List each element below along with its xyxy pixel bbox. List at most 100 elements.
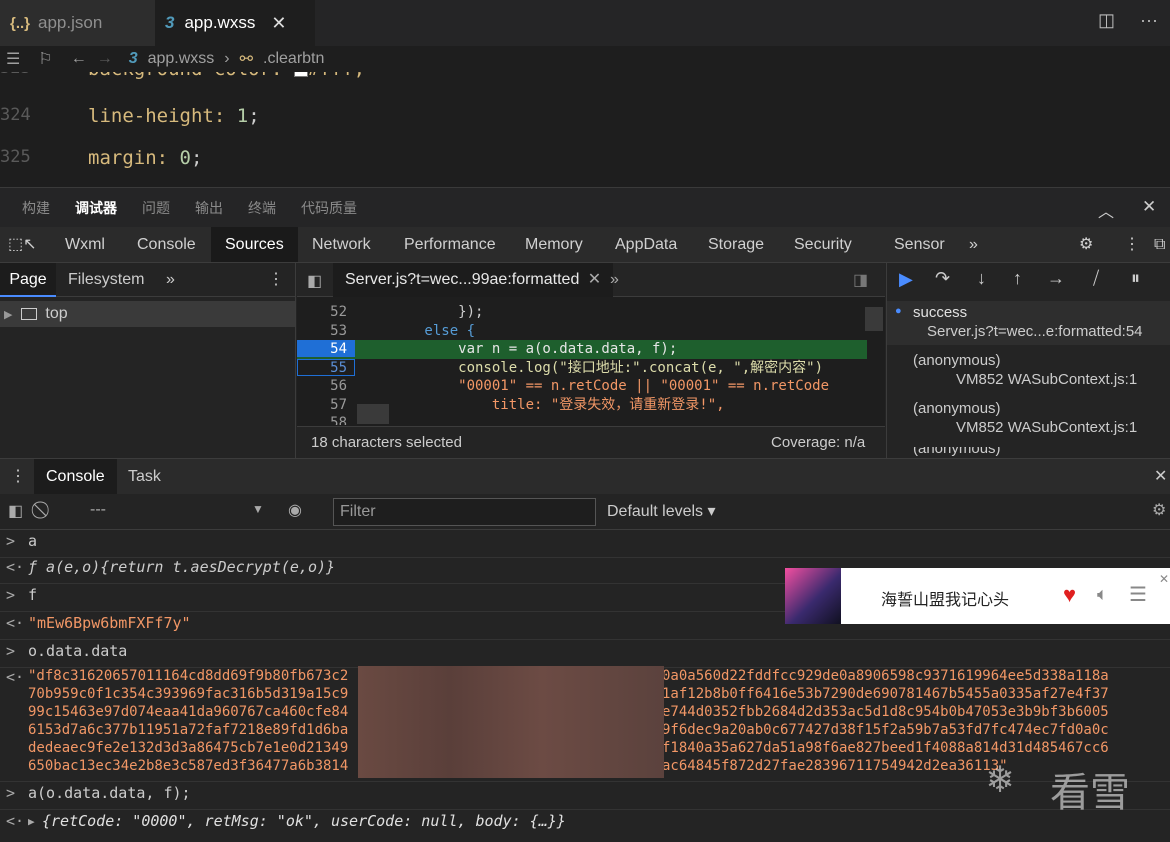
css-property: line-height: [88,105,226,127]
tab-console-drawer[interactable]: Console [34,459,117,495]
more-tabs-icon[interactable]: » [610,263,619,297]
tab-debugger[interactable]: 调试器 [75,198,117,218]
color-swatch[interactable] [293,72,308,77]
bookmark-icon[interactable]: ⚐ [38,49,52,69]
result-icon: <· [6,614,25,632]
tab-app-json[interactable]: {..} app.json [0,0,155,46]
tab-label: app.wxss [184,13,256,32]
call-frame[interactable]: (anonymous) VM852 WASubContext.js:1 [887,349,1170,395]
tab-appdata[interactable]: AppData [601,227,691,262]
tab-build[interactable]: 构建 [22,198,50,218]
hex-text: dedeaec9fe2e132d3d3a86475cb7e1e0d21349 [28,740,349,756]
tab-sensor[interactable]: Sensor [880,227,959,262]
music-notification[interactable]: 海誓山盟我记心头 ♥ 🔈︎ ☰ ✕ [785,568,1170,624]
chevron-up-icon[interactable]: ︿ [1098,198,1114,222]
source-status-bar: 18 characters selected Coverage: n/a [297,426,885,458]
call-frame[interactable]: (anonymous) [887,447,1170,458]
call-frame[interactable]: (anonymous) VM852 WASubContext.js:1 [887,397,1170,443]
filter-input[interactable]: Filter [333,498,596,526]
split-editor-icon[interactable]: ◫ [1098,10,1115,31]
tab-sources[interactable]: Sources [211,227,298,262]
hex-text: 6153d7a6c377b11951a72faf7218e89fd1d6ba [28,722,349,738]
close-icon[interactable]: ✕ [1154,466,1167,486]
gear-icon[interactable]: ⚙ [1065,227,1107,262]
line-number: 325 [0,147,31,167]
resume-icon[interactable]: ▶︎ [899,269,913,290]
eye-icon[interactable]: ◉ [288,500,302,520]
triangle-right-icon: ▶ [4,309,13,321]
prompt-icon: > [6,642,16,660]
tab-network[interactable]: Network [298,227,385,262]
css-property: background-color: [88,72,282,80]
code-editor[interactable]: 323 background-color: #fff; 324 line-hei… [0,72,1170,187]
pause-on-exceptions-icon[interactable]: ⏸ [1131,268,1140,289]
kebab-menu-icon[interactable]: ⋮ [268,263,284,297]
expand-triangle-icon[interactable]: ▶ [28,815,35,828]
redaction-blur [358,666,664,778]
breadcrumb-selector[interactable]: .clearbtn [263,50,324,68]
close-icon[interactable]: ✕ [271,13,286,34]
tab-wxml[interactable]: Wxml [51,227,119,262]
tab-page[interactable]: Page [0,263,56,297]
call-frame-name: (anonymous) [913,447,1001,457]
forward-arrow-icon[interactable]: → [97,50,113,68]
debugger-sidebar: ▶︎ ↷ ↓ ↑ → ⧸ ⏸ ● success Server.js?t=wec… [886,263,1170,458]
call-frame-active[interactable]: ● success Server.js?t=wec...e:formatted:… [887,301,1170,345]
tab-task[interactable]: Task [128,459,161,495]
chevron-down-icon[interactable]: ▼ [252,502,264,516]
tab-performance[interactable]: Performance [390,227,510,262]
undock-icon[interactable]: ⧉ [1140,227,1170,262]
more-icon[interactable]: ··· [1140,10,1158,31]
deactivate-breakpoints-icon[interactable]: ⧸ [1093,268,1099,289]
toggle-debugger-icon[interactable]: ◨ [853,270,868,290]
gear-icon[interactable]: ⚙ [1152,500,1166,520]
log-levels-dropdown[interactable]: Default levels ▾ [607,501,716,521]
more-tabs-icon[interactable]: » [955,227,992,262]
kebab-menu-icon[interactable]: ⋮ [10,466,26,486]
tree-item-top[interactable]: ▶ top [0,301,295,327]
volume-icon[interactable]: 🔈︎ [1097,584,1108,605]
horizontal-scrollbar[interactable] [357,404,389,424]
coverage-status[interactable]: Coverage: n/a [771,434,865,451]
more-tabs-icon[interactable]: » [166,263,175,297]
vertical-scrollbar[interactable] [865,307,883,331]
tab-memory[interactable]: Memory [511,227,597,262]
step-out-icon[interactable]: ↑ [1013,268,1022,289]
console-object[interactable]: {retCode: "0000", retMsg: "ok", userCode… [42,812,566,830]
code-line: 53 else { [297,322,867,341]
line-number: 55 [330,359,347,376]
step-into-icon[interactable]: ↓ [977,268,986,289]
tab-security[interactable]: Security [780,227,866,262]
back-arrow-icon[interactable]: ← [71,50,87,68]
file-tab[interactable]: Server.js?t=wec...99ae:formatted ✕ [333,263,614,297]
json-file-icon: {..} [10,14,31,32]
heart-icon[interactable]: ♥ [1063,582,1076,608]
css-value: 0 [179,147,191,169]
close-icon[interactable]: ✕ [1142,197,1156,217]
console-text[interactable]: ƒ a(e,o){return t.aesDecrypt(e,o)} [28,558,335,576]
tab-problems[interactable]: 问题 [142,198,170,218]
css-value: 1 [236,105,249,127]
context-select[interactable]: --- [90,501,106,519]
source-code[interactable]: 52 }); 53 else { 54 var n = a(o.data.dat… [297,303,867,425]
toggle-navigator-icon[interactable]: ◧ [307,271,322,291]
step-over-icon[interactable]: ↷ [935,268,950,289]
tab-code-quality[interactable]: 代码质量 [301,198,357,218]
console-text: a(o.data.data, f); [28,784,191,802]
tab-console[interactable]: Console [123,227,210,262]
playlist-icon[interactable]: ☰ [1129,582,1147,607]
close-icon[interactable]: ✕ [1159,572,1169,586]
console-toolbar: ◧ ⃠ --- ▼ ◉ Filter Default levels ▾ ⚙ [0,494,1170,530]
tab-storage[interactable]: Storage [694,227,778,262]
tab-filesystem[interactable]: Filesystem [68,263,144,297]
editor-tab-bar: {..} app.json 3 app.wxss ✕ ◫ ··· [0,0,1170,46]
close-icon[interactable]: ✕ [588,271,601,288]
sidebar-toggle-icon[interactable]: ◧ [8,501,23,521]
inspect-icon[interactable]: ⬚↖ [0,227,45,262]
tab-terminal[interactable]: 终端 [248,198,276,218]
list-icon[interactable]: ☰ [6,49,20,69]
tab-app-wxss[interactable]: 3 app.wxss ✕ [155,0,315,46]
step-icon[interactable]: → [1047,268,1065,289]
tab-output[interactable]: 输出 [195,198,223,218]
breadcrumb-file[interactable]: app.wxss [148,50,215,68]
